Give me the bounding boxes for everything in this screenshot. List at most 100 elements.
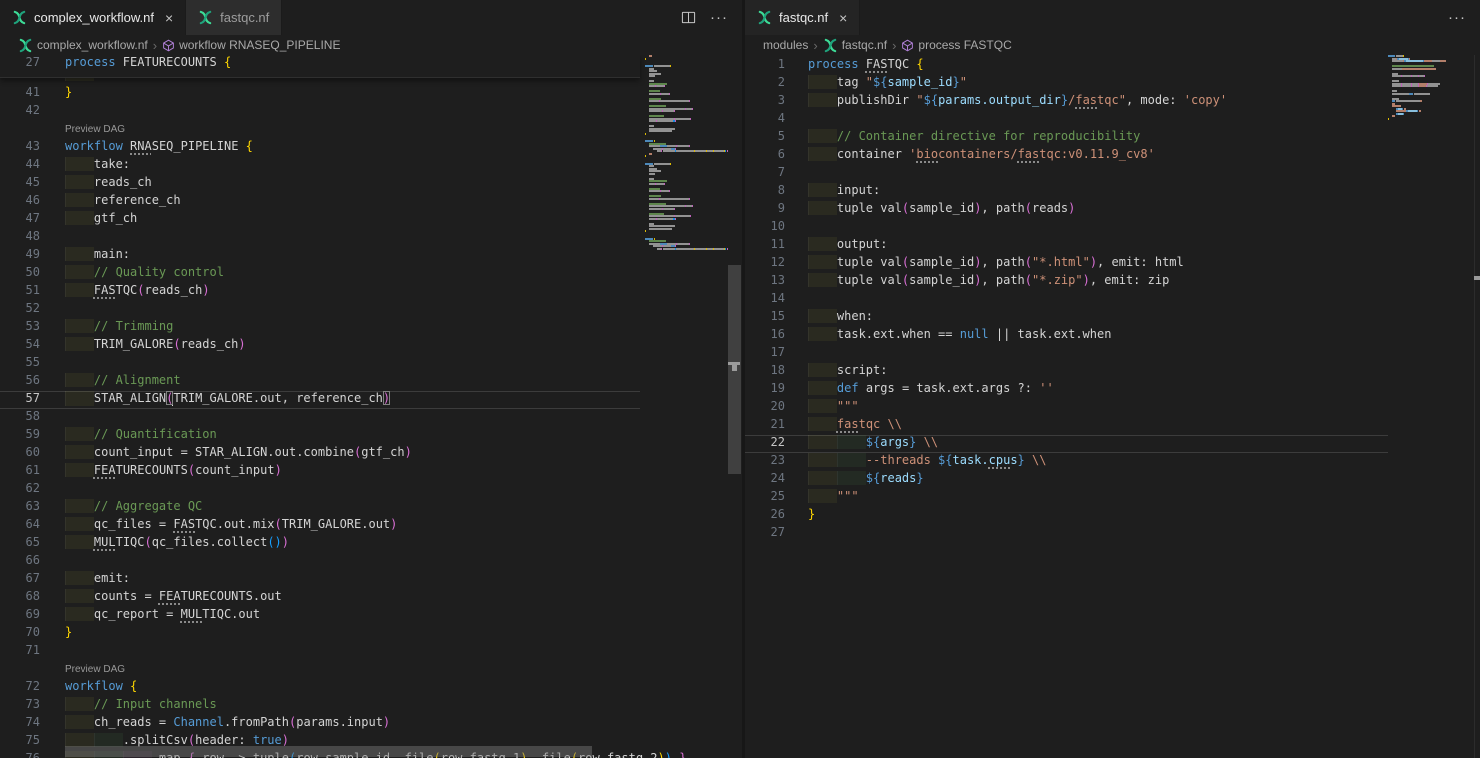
tab-fastqc.nf[interactable]: fastqc.nf: [186, 0, 282, 35]
code-line-56[interactable]: 56 // Alignment: [0, 373, 640, 391]
codelens-link[interactable]: Preview DAG: [0, 661, 640, 679]
code-line-72[interactable]: 72workflow {: [0, 679, 640, 697]
code-line-8[interactable]: 8 input:: [745, 183, 1388, 201]
close-tab-icon[interactable]: ×: [165, 11, 173, 25]
more-actions-icon[interactable]: ···: [710, 10, 728, 25]
code-line-73[interactable]: 73 // Input channels: [0, 697, 640, 715]
code-line-48[interactable]: 48: [0, 229, 640, 247]
code-line-51[interactable]: 51 FASTQC(reads_ch): [0, 283, 640, 301]
line-content: ${reads}: [808, 471, 1388, 485]
code-line-57[interactable]: 57 STAR_ALIGN(TRIM_GALORE.out, reference…: [0, 391, 640, 409]
breadcrumb-separator-icon: ›: [892, 38, 896, 53]
code-line-54[interactable]: 54 TRIM_GALORE(reads_ch): [0, 337, 640, 355]
editor-right[interactable]: 1process FASTQC {2 tag "${sample_id}"3 p…: [745, 55, 1480, 758]
line-number: 19: [745, 381, 785, 395]
code-area-right[interactable]: 1process FASTQC {2 tag "${sample_id}"3 p…: [745, 57, 1388, 543]
line-number: 61: [0, 463, 40, 477]
line-number: 68: [0, 589, 40, 603]
breadcrumb-item[interactable]: process FASTQC: [901, 38, 1011, 52]
tab-complex_workflow.nf[interactable]: complex_workflow.nf×: [0, 0, 186, 35]
code-line-6[interactable]: 6 container 'biocontainers/fastqc:v0.11.…: [745, 147, 1388, 165]
code-line-41[interactable]: 41}: [0, 85, 640, 103]
code-line-26[interactable]: 26}: [745, 507, 1388, 525]
close-tab-icon[interactable]: ×: [839, 11, 847, 25]
code-line-14[interactable]: 14: [745, 291, 1388, 309]
breadcrumb-item[interactable]: modules: [763, 38, 808, 52]
code-line-43[interactable]: 43workflow RNASEQ_PIPELINE {: [0, 139, 640, 157]
breadcrumb-item[interactable]: complex_workflow.nf: [18, 38, 148, 53]
code-line-11[interactable]: 11 output:: [745, 237, 1388, 255]
code-area-left[interactable]: 40 """41}42Preview DAG43workflow RNASEQ_…: [0, 67, 640, 758]
code-line-22[interactable]: 22 ${args} \\: [745, 435, 1388, 453]
code-line-12[interactable]: 12 tuple val(sample_id), path("*.html"),…: [745, 255, 1388, 273]
code-line-7[interactable]: 7: [745, 165, 1388, 183]
code-line-24[interactable]: 24 ${reads}: [745, 471, 1388, 489]
code-line-20[interactable]: 20 """: [745, 399, 1388, 417]
code-line-27[interactable]: 27: [745, 525, 1388, 543]
code-line-46[interactable]: 46 reference_ch: [0, 193, 640, 211]
code-line-21[interactable]: 21 fastqc \\: [745, 417, 1388, 435]
code-line-74[interactable]: 74 ch_reads = Channel.fromPath(params.in…: [0, 715, 640, 733]
minimap-left[interactable]: [645, 55, 728, 703]
indent-guide: [65, 427, 94, 441]
code-line-55[interactable]: 55: [0, 355, 640, 373]
code-line-18[interactable]: 18 script:: [745, 363, 1388, 381]
breadcrumb-item[interactable]: workflow RNASEQ_PIPELINE: [162, 38, 340, 52]
code-line-62[interactable]: 62: [0, 481, 640, 499]
code-line-1[interactable]: 1process FASTQC {: [745, 57, 1388, 75]
code-line-49[interactable]: 49 main:: [0, 247, 640, 265]
code-line-47[interactable]: 47 gtf_ch: [0, 211, 640, 229]
line-number: 52: [0, 301, 40, 315]
code-line-19[interactable]: 19 def args = task.ext.args ?: '': [745, 381, 1388, 399]
codelens-link[interactable]: Preview DAG: [0, 121, 640, 139]
code-line-70[interactable]: 70}: [0, 625, 640, 643]
code-line-25[interactable]: 25 """: [745, 489, 1388, 507]
tab-fastqc.nf[interactable]: fastqc.nf×: [745, 0, 860, 35]
code-line-50[interactable]: 50 // Quality control: [0, 265, 640, 283]
sticky-scroll-header[interactable]: 27process FEATURECOUNTS {: [0, 55, 640, 78]
code-line-4[interactable]: 4: [745, 111, 1388, 129]
line-number: 24: [745, 471, 785, 485]
code-line-17[interactable]: 17: [745, 345, 1388, 363]
horizontal-scrollbar-left[interactable]: [65, 746, 592, 757]
code-line-10[interactable]: 10: [745, 219, 1388, 237]
code-line-13[interactable]: 13 tuple val(sample_id), path("*.zip"), …: [745, 273, 1388, 291]
nextflow-file-icon: [12, 10, 27, 25]
line-content: workflow {: [65, 679, 640, 693]
code-line-60[interactable]: 60 count_input = STAR_ALIGN.out.combine(…: [0, 445, 640, 463]
code-line-53[interactable]: 53 // Trimming: [0, 319, 640, 337]
line-number: 54: [0, 337, 40, 351]
code-line-2[interactable]: 2 tag "${sample_id}": [745, 75, 1388, 93]
code-line-66[interactable]: 66: [0, 553, 640, 571]
code-line-64[interactable]: 64 qc_files = FASTQC.out.mix(TRIM_GALORE…: [0, 517, 640, 535]
code-line-65[interactable]: 65 MULTIQC(qc_files.collect()): [0, 535, 640, 553]
code-line-58[interactable]: 58: [0, 409, 640, 427]
code-line-27[interactable]: 27process FEATURECOUNTS {: [0, 55, 640, 73]
code-line-16[interactable]: 16 task.ext.when == null || task.ext.whe…: [745, 327, 1388, 345]
code-line-71[interactable]: 71: [0, 643, 640, 661]
minimap-right[interactable]: [1388, 55, 1458, 703]
editor-left[interactable]: 40 """41}42Preview DAG43workflow RNASEQ_…: [0, 55, 742, 758]
code-line-42[interactable]: 42: [0, 103, 640, 121]
code-line-3[interactable]: 3 publishDir "${params.output_dir}/fastq…: [745, 93, 1388, 111]
code-line-69[interactable]: 69 qc_report = MULTIQC.out: [0, 607, 640, 625]
code-line-44[interactable]: 44 take:: [0, 157, 640, 175]
indent-guide: [837, 471, 866, 485]
code-line-63[interactable]: 63 // Aggregate QC: [0, 499, 640, 517]
line-number: 60: [0, 445, 40, 459]
more-actions-icon[interactable]: ···: [1448, 10, 1466, 25]
code-line-5[interactable]: 5 // Container directive for reproducibi…: [745, 129, 1388, 147]
indent-guide: [808, 417, 837, 431]
code-line-67[interactable]: 67 emit:: [0, 571, 640, 589]
code-line-52[interactable]: 52: [0, 301, 640, 319]
breadcrumb-item[interactable]: fastqc.nf: [823, 38, 887, 53]
code-line-45[interactable]: 45 reads_ch: [0, 175, 640, 193]
code-line-9[interactable]: 9 tuple val(sample_id), path(reads): [745, 201, 1388, 219]
code-line-68[interactable]: 68 counts = FEATURECOUNTS.out: [0, 589, 640, 607]
code-line-61[interactable]: 61 FEATURECOUNTS(count_input): [0, 463, 640, 481]
code-line-59[interactable]: 59 // Quantification: [0, 427, 640, 445]
split-editor-icon[interactable]: [681, 10, 696, 25]
code-line-23[interactable]: 23 --threads ${task.cpus} \\: [745, 453, 1388, 471]
overview-ruler-border: [1474, 55, 1475, 758]
code-line-15[interactable]: 15 when:: [745, 309, 1388, 327]
